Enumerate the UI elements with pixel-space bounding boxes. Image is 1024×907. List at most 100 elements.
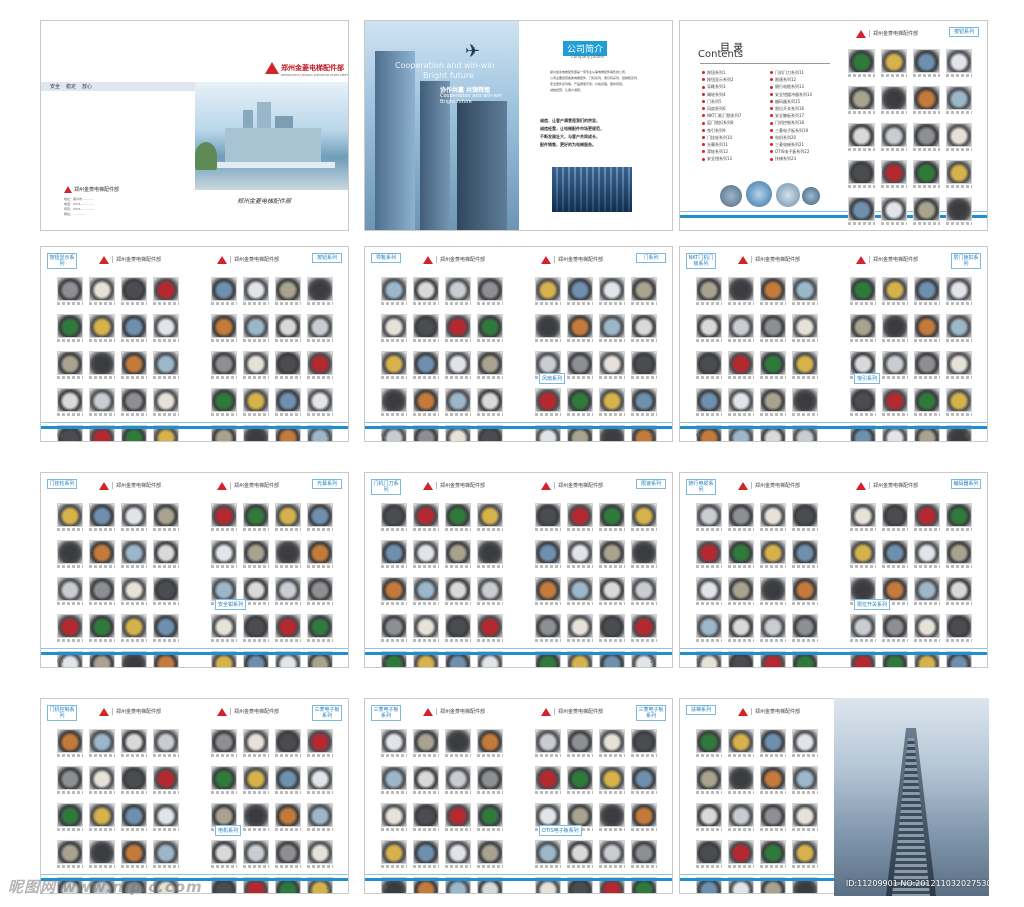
product-item[interactable] — [760, 614, 786, 642]
toc-entry[interactable]: 曳引系列9 — [702, 127, 741, 134]
product-item[interactable] — [121, 803, 147, 831]
product-item[interactable] — [760, 388, 786, 416]
product-item[interactable] — [413, 803, 439, 831]
product-item[interactable] — [307, 766, 333, 794]
product-item[interactable] — [445, 277, 471, 305]
product-item[interactable] — [914, 503, 940, 531]
product-item[interactable] — [121, 766, 147, 794]
product-item[interactable] — [631, 314, 657, 342]
product-item[interactable] — [696, 540, 722, 568]
product-item[interactable] — [535, 840, 561, 868]
product-item[interactable] — [913, 160, 940, 188]
product-item[interactable] — [477, 577, 503, 605]
product-item[interactable] — [880, 49, 907, 77]
product-item[interactable] — [381, 277, 407, 305]
product-item[interactable] — [153, 540, 179, 568]
product-item[interactable] — [121, 577, 147, 605]
product-item[interactable] — [121, 503, 147, 531]
product-item[interactable] — [631, 803, 657, 831]
product-item[interactable] — [946, 351, 972, 379]
product-item[interactable] — [381, 314, 407, 342]
product-item[interactable] — [696, 766, 722, 794]
product-item[interactable] — [121, 277, 147, 305]
product-item[interactable] — [760, 803, 786, 831]
product-item[interactable] — [57, 503, 83, 531]
toc-entry[interactable]: 安全钳缓冲器系列14 — [770, 91, 812, 98]
product-item[interactable] — [760, 503, 786, 531]
product-item[interactable] — [477, 540, 503, 568]
product-item[interactable] — [599, 766, 625, 794]
product-item[interactable] — [121, 540, 147, 568]
product-item[interactable] — [760, 840, 786, 868]
product-item[interactable] — [57, 314, 83, 342]
product-item[interactable] — [760, 314, 786, 342]
product-item[interactable] — [121, 388, 147, 416]
product-item[interactable] — [567, 840, 593, 868]
toc-entry[interactable]: 随行电缆系列13 — [770, 83, 812, 90]
product-item[interactable] — [57, 614, 83, 642]
toc-entry[interactable]: 滑轮系列12 — [702, 148, 741, 155]
product-item[interactable] — [477, 388, 503, 416]
product-item[interactable] — [946, 314, 972, 342]
product-item[interactable] — [57, 577, 83, 605]
product-item[interactable] — [535, 766, 561, 794]
product-item[interactable] — [946, 577, 972, 605]
product-item[interactable] — [275, 577, 301, 605]
product-item[interactable] — [307, 803, 333, 831]
product-item[interactable] — [760, 729, 786, 757]
product-item[interactable] — [57, 388, 83, 416]
product-item[interactable] — [792, 503, 818, 531]
product-item[interactable] — [946, 540, 972, 568]
product-item[interactable] — [760, 540, 786, 568]
product-item[interactable] — [792, 388, 818, 416]
product-item[interactable] — [696, 503, 722, 531]
product-item[interactable] — [599, 803, 625, 831]
product-item[interactable] — [848, 197, 875, 225]
product-item[interactable] — [848, 123, 875, 151]
product-item[interactable] — [413, 577, 439, 605]
toc-entry[interactable]: 扶梯系列23 — [770, 155, 812, 162]
product-item[interactable] — [792, 351, 818, 379]
toc-entry[interactable]: 编码器系列15 — [770, 98, 812, 105]
product-item[interactable] — [445, 803, 471, 831]
product-item[interactable] — [381, 388, 407, 416]
product-item[interactable] — [89, 840, 115, 868]
product-item[interactable] — [535, 314, 561, 342]
product-item[interactable] — [153, 351, 179, 379]
product-item[interactable] — [445, 388, 471, 416]
product-item[interactable] — [243, 540, 269, 568]
product-item[interactable] — [599, 840, 625, 868]
product-item[interactable] — [914, 351, 940, 379]
product-item[interactable] — [945, 86, 972, 114]
product-item[interactable] — [477, 729, 503, 757]
product-item[interactable] — [631, 540, 657, 568]
product-item[interactable] — [850, 277, 876, 305]
toc-entry[interactable]: 风扇系列6 — [702, 105, 741, 112]
product-item[interactable] — [696, 314, 722, 342]
product-item[interactable] — [89, 803, 115, 831]
product-item[interactable] — [413, 277, 439, 305]
toc-entry[interactable]: 限速系列12 — [770, 76, 812, 83]
toc-entry[interactable]: 门系列5 — [702, 98, 741, 105]
product-item[interactable] — [307, 314, 333, 342]
product-item[interactable] — [882, 614, 908, 642]
product-item[interactable] — [880, 197, 907, 225]
product-item[interactable] — [445, 840, 471, 868]
product-item[interactable] — [275, 840, 301, 868]
product-item[interactable] — [275, 540, 301, 568]
product-item[interactable] — [413, 388, 439, 416]
product-item[interactable] — [882, 540, 908, 568]
product-item[interactable] — [153, 277, 179, 305]
product-item[interactable] — [153, 314, 179, 342]
product-item[interactable] — [413, 729, 439, 757]
product-item[interactable] — [477, 614, 503, 642]
toc-entry[interactable]: 安全触板系列17 — [770, 112, 812, 119]
product-item[interactable] — [57, 351, 83, 379]
product-item[interactable] — [211, 540, 237, 568]
product-item[interactable] — [121, 314, 147, 342]
product-item[interactable] — [850, 314, 876, 342]
product-item[interactable] — [913, 49, 940, 77]
product-item[interactable] — [243, 388, 269, 416]
product-item[interactable] — [413, 766, 439, 794]
product-item[interactable] — [57, 840, 83, 868]
